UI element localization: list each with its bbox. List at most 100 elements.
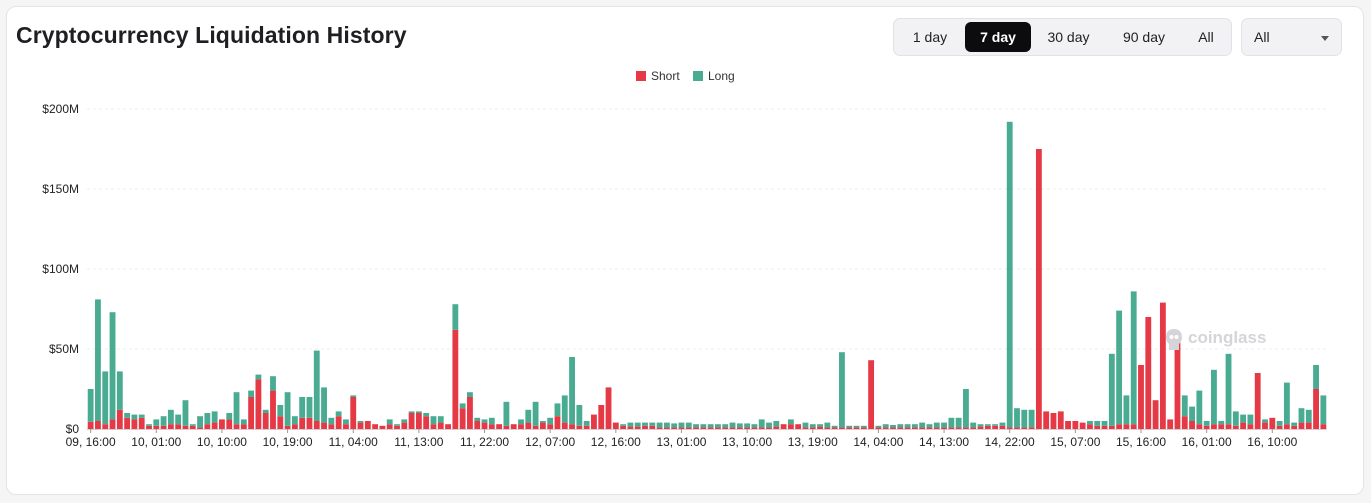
bar-long[interactable] bbox=[766, 422, 772, 428]
bar-short[interactable] bbox=[1305, 422, 1312, 429]
bar-short[interactable] bbox=[1138, 365, 1144, 429]
bar-short[interactable] bbox=[1123, 424, 1130, 429]
bar-short[interactable] bbox=[1101, 425, 1108, 429]
bar-long[interactable] bbox=[248, 390, 255, 397]
bar-short[interactable] bbox=[948, 427, 955, 429]
bar-long[interactable] bbox=[824, 422, 831, 428]
bar-short[interactable] bbox=[467, 397, 473, 429]
bar-long[interactable] bbox=[328, 417, 335, 425]
bar-long[interactable] bbox=[1247, 414, 1254, 425]
bar-short[interactable] bbox=[394, 425, 400, 429]
bar-long[interactable] bbox=[904, 424, 911, 428]
bar-long[interactable] bbox=[992, 424, 999, 426]
bar-short[interactable] bbox=[270, 390, 276, 429]
bar-short[interactable] bbox=[277, 416, 284, 429]
bar-long[interactable] bbox=[649, 422, 656, 426]
bar-long[interactable] bbox=[1181, 395, 1188, 417]
bar-long[interactable] bbox=[277, 405, 284, 417]
bar-long[interactable] bbox=[452, 304, 459, 330]
bar-short[interactable] bbox=[1072, 421, 1079, 429]
bar-long[interactable] bbox=[1283, 382, 1290, 425]
bar-short[interactable] bbox=[131, 419, 138, 429]
bar-short[interactable] bbox=[306, 417, 313, 429]
bar-long[interactable] bbox=[787, 419, 794, 425]
bar-short[interactable] bbox=[1028, 427, 1035, 429]
bar-short[interactable] bbox=[744, 427, 751, 429]
bar-short[interactable] bbox=[518, 424, 524, 429]
bar-long[interactable] bbox=[831, 425, 838, 428]
bar-short[interactable] bbox=[1043, 411, 1050, 429]
bar-short[interactable] bbox=[766, 427, 772, 429]
bar-long[interactable] bbox=[204, 413, 211, 425]
bar-long[interactable] bbox=[401, 419, 408, 423]
bar-long[interactable] bbox=[693, 424, 699, 428]
bar-long[interactable] bbox=[423, 413, 430, 417]
bar-short[interactable] bbox=[138, 417, 145, 429]
bar-short[interactable] bbox=[1247, 424, 1254, 429]
bar-short[interactable] bbox=[1050, 413, 1057, 429]
bar-long[interactable] bbox=[802, 422, 809, 428]
bar-long[interactable] bbox=[678, 422, 685, 428]
bar-short[interactable] bbox=[839, 427, 845, 429]
bar-short[interactable] bbox=[496, 424, 503, 429]
bar-long[interactable] bbox=[663, 422, 670, 428]
bar-long[interactable] bbox=[853, 425, 860, 428]
bar-long[interactable] bbox=[955, 417, 962, 428]
bar-long[interactable] bbox=[933, 422, 940, 428]
bar-long[interactable] bbox=[350, 395, 357, 397]
bar-long[interactable] bbox=[430, 416, 437, 425]
bar-long[interactable] bbox=[890, 425, 896, 428]
bar-long[interactable] bbox=[357, 421, 364, 423]
bar-short[interactable] bbox=[992, 425, 999, 429]
bar-short[interactable] bbox=[1232, 425, 1239, 429]
bar-long[interactable] bbox=[707, 424, 714, 428]
bar-long[interactable] bbox=[386, 419, 393, 425]
bar-short[interactable] bbox=[970, 427, 977, 429]
bar-short[interactable] bbox=[408, 413, 415, 429]
bar-long[interactable] bbox=[394, 424, 400, 426]
bar-short[interactable] bbox=[955, 427, 962, 429]
bar-short[interactable] bbox=[999, 425, 1006, 429]
bar-short[interactable] bbox=[831, 427, 838, 429]
bar-short[interactable] bbox=[1094, 425, 1101, 429]
bar-long[interactable] bbox=[729, 422, 736, 428]
bar-long[interactable] bbox=[715, 424, 721, 428]
bar-short[interactable] bbox=[233, 424, 240, 429]
bar-short[interactable] bbox=[437, 422, 444, 429]
bar-long[interactable] bbox=[809, 424, 816, 428]
bar-short[interactable] bbox=[109, 419, 116, 429]
bar-long[interactable] bbox=[977, 424, 984, 427]
bar-long[interactable] bbox=[146, 424, 152, 426]
bar-short[interactable] bbox=[1014, 427, 1020, 429]
bar-long[interactable] bbox=[773, 421, 780, 427]
bar-short[interactable] bbox=[554, 416, 561, 429]
bar-short[interactable] bbox=[620, 425, 627, 429]
bar-long[interactable] bbox=[1087, 421, 1093, 425]
bar-short[interactable] bbox=[146, 425, 152, 429]
bar-long[interactable] bbox=[437, 416, 444, 423]
bar-long[interactable] bbox=[262, 409, 269, 413]
bar-long[interactable] bbox=[970, 422, 977, 428]
bar-short[interactable] bbox=[335, 416, 342, 429]
bar-long[interactable] bbox=[634, 422, 641, 427]
bar-long[interactable] bbox=[415, 411, 422, 413]
bar-long[interactable] bbox=[1298, 408, 1305, 423]
bar-short[interactable] bbox=[248, 397, 255, 429]
bar-short[interactable] bbox=[1057, 411, 1064, 429]
bar-short[interactable] bbox=[663, 427, 670, 429]
bar-long[interactable] bbox=[87, 389, 94, 422]
bar-long[interactable] bbox=[919, 422, 926, 428]
bar-long[interactable] bbox=[642, 422, 648, 426]
bar-short[interactable] bbox=[182, 425, 189, 429]
bar-short[interactable] bbox=[882, 427, 889, 429]
bar-short[interactable] bbox=[911, 427, 918, 429]
bar-short[interactable] bbox=[197, 427, 203, 429]
bar-short[interactable] bbox=[649, 425, 656, 429]
bar-short[interactable] bbox=[685, 427, 692, 429]
bar-short[interactable] bbox=[671, 427, 678, 429]
bar-short[interactable] bbox=[284, 425, 291, 429]
bar-short[interactable] bbox=[160, 425, 167, 429]
bar-long[interactable] bbox=[1313, 365, 1319, 389]
bar-short[interactable] bbox=[1079, 422, 1086, 429]
bar-long[interactable] bbox=[758, 419, 765, 428]
